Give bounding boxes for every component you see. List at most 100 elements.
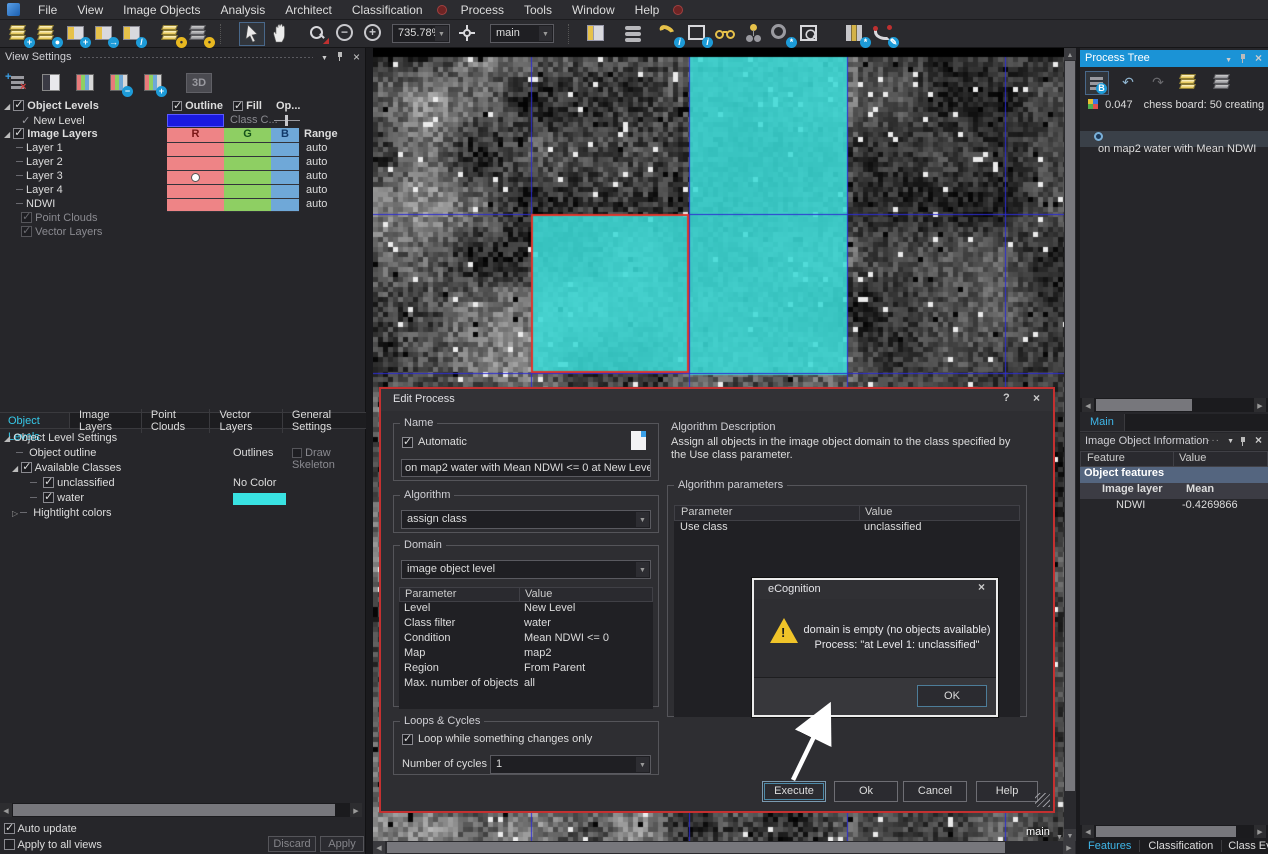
section-row[interactable]: Object features xyxy=(1080,467,1268,483)
expander-icon[interactable] xyxy=(4,128,10,140)
add-layer-view-icon[interactable]: + xyxy=(141,71,165,95)
process-tree-titlebar[interactable]: Process Tree xyxy=(1080,50,1268,67)
dropdown-arrow-icon[interactable] xyxy=(636,512,649,527)
table-row[interactable]: RegionFrom Parent xyxy=(399,662,653,677)
ok-button[interactable]: Ok xyxy=(834,781,898,802)
close-icon[interactable] xyxy=(353,50,360,64)
outlines-value[interactable]: Outlines xyxy=(233,447,273,459)
pin-icon[interactable] xyxy=(336,52,345,62)
column-value[interactable]: Value xyxy=(1179,452,1206,464)
settings-circle-icon[interactable]: * xyxy=(769,22,795,46)
tab-object-levels[interactable]: Object Levels xyxy=(0,413,70,428)
layer-row[interactable]: Layer 4 auto xyxy=(4,184,362,198)
layer-g-cell[interactable] xyxy=(224,142,271,156)
scrollbar-thumb[interactable] xyxy=(13,804,335,816)
layer-row[interactable]: Layer 3 auto xyxy=(4,170,362,184)
alert-titlebar[interactable]: eCognition xyxy=(754,580,996,599)
available-classes-checkbox[interactable] xyxy=(21,462,32,473)
tab-general-settings[interactable]: General Settings xyxy=(283,409,366,433)
scroll-right-icon[interactable] xyxy=(1254,825,1266,838)
layer-b-cell[interactable] xyxy=(271,198,299,212)
zoom-select-icon[interactable]: ◢ xyxy=(305,22,331,46)
three-d-button[interactable]: 3D xyxy=(186,73,212,93)
alert-ok-button[interactable]: OK xyxy=(917,685,987,707)
object-outline-label[interactable]: Object outline xyxy=(29,447,96,459)
dialog-help-button[interactable]: ? xyxy=(1003,392,1010,404)
layer-g-cell[interactable] xyxy=(224,156,271,170)
discard-button[interactable]: Discard xyxy=(268,836,316,852)
expander-icon[interactable] xyxy=(12,462,18,474)
pan-hand-icon[interactable] xyxy=(267,22,293,46)
layer-range[interactable]: auto xyxy=(306,198,327,210)
tab-features[interactable]: Features xyxy=(1080,840,1140,852)
tab-class-evaluation[interactable]: Class Evaluat... xyxy=(1222,840,1268,852)
scrollbar-thumb[interactable] xyxy=(1096,399,1192,411)
scrollbar-thumb[interactable] xyxy=(387,842,1005,853)
panel-menu-icon[interactable] xyxy=(1227,434,1234,446)
rgb-layer-view-icon[interactable] xyxy=(73,71,97,95)
opacity-slider[interactable] xyxy=(274,120,300,121)
layer-range[interactable]: auto xyxy=(306,156,327,168)
view-glasses-icon[interactable] xyxy=(713,22,739,46)
dialog-close-icon[interactable] xyxy=(1033,391,1040,405)
edit-map-icon[interactable]: / xyxy=(119,22,145,46)
table-row[interactable]: Mapmap2 xyxy=(399,647,653,662)
scroll-down-icon[interactable] xyxy=(1064,829,1076,841)
alert-close-icon[interactable] xyxy=(978,580,985,594)
scroll-left-icon[interactable] xyxy=(1082,398,1094,412)
scroll-left-icon[interactable] xyxy=(373,841,385,854)
outline-checkbox[interactable] xyxy=(172,101,182,111)
layer-r-cell[interactable] xyxy=(167,170,224,184)
process-tree-row[interactable]: 0.047 chess board: 50 creating xyxy=(1080,99,1268,115)
process-tree-row-selected[interactable]: on map2 water with Mean NDWI xyxy=(1080,131,1268,147)
zoom-in-icon[interactable]: + xyxy=(361,22,387,46)
menu-item-view[interactable]: View xyxy=(67,3,113,17)
layer-r-cell[interactable] xyxy=(167,142,224,156)
record-indicator-icon[interactable] xyxy=(673,5,683,15)
layer-b-cell[interactable] xyxy=(271,184,299,198)
image-layers-checkbox[interactable] xyxy=(13,128,24,139)
apply-button[interactable]: Apply xyxy=(320,836,364,852)
tab-classification[interactable]: Classification xyxy=(1140,840,1222,852)
feature-row[interactable]: NDWI-0.4269866 xyxy=(1080,499,1268,515)
viewer-map-dropdown-icon[interactable] xyxy=(1056,830,1063,842)
view-list-icon[interactable] xyxy=(621,22,647,46)
fill-checkbox[interactable] xyxy=(233,101,243,111)
undo-icon[interactable] xyxy=(1117,71,1139,95)
loop-checkbox[interactable] xyxy=(402,734,413,745)
layer-b-cell[interactable] xyxy=(271,142,299,156)
table-row[interactable]: Class filterwater xyxy=(399,617,653,632)
layer-r-cell[interactable] xyxy=(167,198,224,212)
unclassified-checkbox[interactable] xyxy=(43,477,54,488)
column-parameter[interactable]: Parameter xyxy=(681,506,732,518)
image-view-info-icon[interactable]: i xyxy=(685,22,711,46)
water-color-swatch[interactable] xyxy=(233,493,286,505)
edit-levels-icon[interactable]: + × xyxy=(5,71,29,95)
map-combobox[interactable]: main xyxy=(490,24,554,43)
redo-icon[interactable] xyxy=(1147,71,1169,95)
layer-g-cell[interactable] xyxy=(224,184,271,198)
resize-grip[interactable] xyxy=(1035,793,1050,807)
cycles-combobox[interactable]: 1 xyxy=(490,755,651,774)
layer-g-cell[interactable] xyxy=(224,198,271,212)
highlight-colors-label[interactable]: Hightlight colors xyxy=(33,507,111,519)
menu-item-file[interactable]: File xyxy=(28,3,67,17)
process-tree-mode-icon[interactable]: B xyxy=(1085,71,1109,95)
apply-all-views-checkbox[interactable] xyxy=(4,839,15,850)
single-layer-view-icon[interactable] xyxy=(39,71,63,95)
menu-item-tools[interactable]: Tools xyxy=(514,3,562,17)
pin-icon[interactable] xyxy=(1239,437,1248,447)
zoom-level-combobox[interactable]: 735.78% xyxy=(392,24,450,43)
dropdown-arrow-icon[interactable] xyxy=(636,757,649,772)
object-levels-checkbox[interactable] xyxy=(13,100,24,111)
menu-item-architect[interactable]: Architect xyxy=(275,3,342,17)
dropdown-arrow-icon[interactable] xyxy=(539,26,552,41)
layer-g-cell[interactable] xyxy=(224,170,271,184)
outline-color-swatch[interactable] xyxy=(167,114,224,127)
scrollbar-thumb[interactable] xyxy=(1096,826,1236,837)
add-map-icon[interactable]: + xyxy=(63,22,89,46)
tab-main[interactable]: Main xyxy=(1080,414,1125,431)
automatic-checkbox[interactable] xyxy=(402,437,413,448)
scroll-left-icon[interactable] xyxy=(1082,825,1094,838)
expander-icon[interactable] xyxy=(4,100,10,112)
